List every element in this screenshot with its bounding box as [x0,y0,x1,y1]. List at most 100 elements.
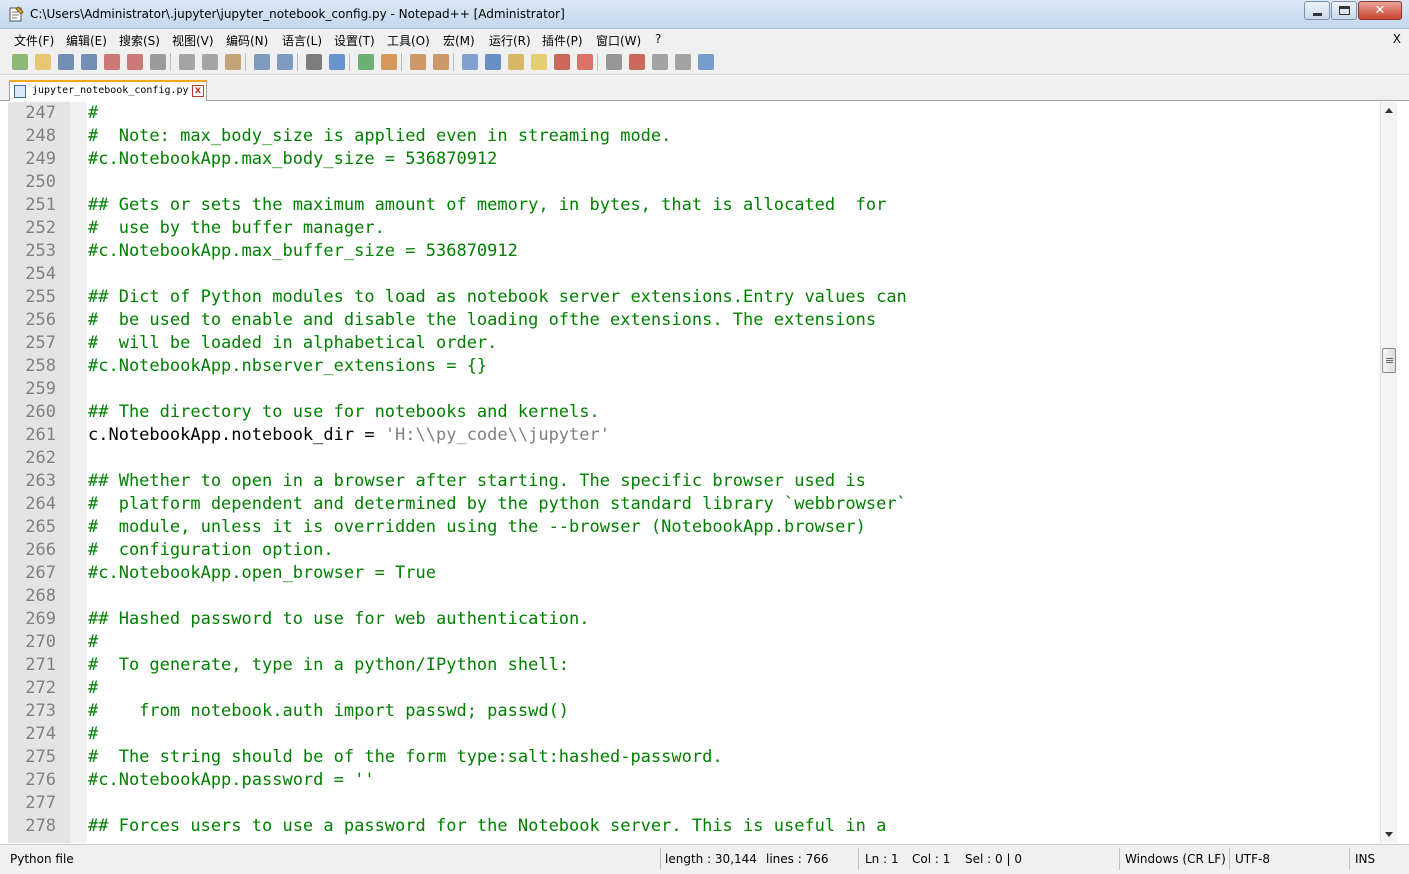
show-all-chars-icon[interactable] [485,54,501,70]
undo-icon[interactable] [254,54,270,70]
menu-edit[interactable]: 编辑(E) [66,32,107,49]
code-line[interactable]: 253 #c.NotebookApp.max_buffer_size = 5368… [8,240,1380,263]
code-text[interactable]: ## Whether to open in a browser after st… [88,470,866,493]
menu-search[interactable]: 搜索(S) [119,32,160,49]
print-icon[interactable] [150,54,166,70]
code-line[interactable]: 267 #c.NotebookApp.open_browser = True [8,562,1380,585]
replace-icon[interactable] [329,54,345,70]
code-text[interactable]: # be used to enable and disable the load… [88,309,876,332]
menu-help[interactable]: ? [655,32,661,46]
open-file-icon[interactable] [35,54,51,70]
code-text[interactable]: ## The directory to use for notebooks an… [88,401,600,424]
copy-icon[interactable] [202,54,218,70]
code-line[interactable]: 251 ## Gets or sets the maximum amount of… [8,194,1380,217]
indent-guide-icon[interactable] [508,54,524,70]
code-line[interactable]: 277 [8,792,1380,815]
save-icon[interactable] [58,54,74,70]
menu-plugins[interactable]: 插件(P) [542,32,583,49]
code-line[interactable]: 272 # [8,677,1380,700]
scrollbar-thumb[interactable] [1382,348,1396,373]
code-text[interactable]: #c.NotebookApp.nbserver_extensions = {} [88,355,487,378]
function-list-icon[interactable] [577,54,593,70]
menu-encoding[interactable]: 编码(N) [226,32,268,49]
code-text[interactable]: # configuration option. [88,539,334,562]
code-text[interactable]: # will be loaded in alphabetical order. [88,332,497,355]
code-text[interactable]: ## Forces users to use a password for th… [88,815,886,838]
code-line[interactable]: 271 # To generate, type in a python/IPyth… [8,654,1380,677]
code-editor[interactable]: 247 #248 # Note: max_body_size is applied … [8,102,1380,843]
find-icon[interactable] [306,54,322,70]
cut-icon[interactable] [179,54,195,70]
code-text[interactable]: # [88,631,98,654]
zoom-in-icon[interactable] [358,54,374,70]
code-line[interactable]: 256 # be used to enable and disable the l… [8,309,1380,332]
code-line[interactable]: 250 [8,171,1380,194]
maximize-button[interactable] [1331,1,1357,20]
menu-macro[interactable]: 宏(M) [443,32,475,49]
sync-horizontal-icon[interactable] [433,54,449,70]
code-line[interactable]: 264 # platform dependent and determined b… [8,493,1380,516]
code-text[interactable]: # module, unless it is overridden using … [88,516,866,539]
menu-language[interactable]: 语言(L) [282,32,322,49]
menu-tools[interactable]: 工具(O) [387,32,430,49]
code-line[interactable]: 276 #c.NotebookApp.password = '' [8,769,1380,792]
code-text[interactable]: # [88,723,98,746]
close-document-button[interactable]: X [1393,32,1401,46]
code-line[interactable]: 268 [8,585,1380,608]
tab-close-icon[interactable]: x [192,85,204,97]
close-all-icon[interactable] [127,54,143,70]
code-text[interactable]: # To generate, type in a python/IPython … [88,654,569,677]
code-text[interactable]: # use by the buffer manager. [88,217,385,240]
zoom-out-icon[interactable] [381,54,397,70]
code-text[interactable]: # [88,102,98,125]
code-text[interactable]: #c.NotebookApp.password = '' [88,769,375,792]
menu-settings[interactable]: 设置(T) [334,32,375,49]
word-wrap-icon[interactable] [462,54,478,70]
doc-map-icon[interactable] [554,54,570,70]
code-text[interactable]: c.NotebookApp.notebook_dir = 'H:\\py_cod… [88,424,610,447]
code-text[interactable]: # platform dependent and determined by t… [88,493,907,516]
paste-icon[interactable] [225,54,241,70]
code-text[interactable]: # The string should be of the form type:… [88,746,723,769]
code-line[interactable]: 261 c.NotebookApp.notebook_dir = 'H:\\py_… [8,424,1380,447]
minimize-button[interactable] [1304,1,1330,20]
code-text[interactable]: # Note: max_body_size is applied even in… [88,125,671,148]
code-line[interactable]: 257 # will be loaded in alphabetical orde… [8,332,1380,355]
close-window-button[interactable]: ✕ [1358,1,1402,20]
user-language-icon[interactable] [531,54,547,70]
menu-file[interactable]: 文件(F) [14,32,54,49]
code-line[interactable]: 249 #c.NotebookApp.max_body_size = 536870… [8,148,1380,171]
code-text[interactable]: # [88,677,98,700]
menu-view[interactable]: 视图(V) [172,32,214,49]
code-line[interactable]: 265 # module, unless it is overridden usi… [8,516,1380,539]
file-tab[interactable]: jupyter_notebook_config.py x [9,80,207,101]
menu-window[interactable]: 窗口(W) [596,32,641,49]
code-text[interactable]: ## Gets or sets the maximum amount of me… [88,194,886,217]
code-line[interactable]: 269 ## Hashed password to use for web aut… [8,608,1380,631]
code-text[interactable]: #c.NotebookApp.max_body_size = 536870912 [88,148,497,171]
close-icon[interactable] [104,54,120,70]
code-line[interactable]: 274 # [8,723,1380,746]
code-line[interactable]: 258 #c.NotebookApp.nbserver_extensions = … [8,355,1380,378]
scroll-up-icon[interactable] [1385,108,1393,113]
code-text[interactable]: ## Hashed password to use for web authen… [88,608,590,631]
code-line[interactable]: 263 ## Whether to open in a browser after… [8,470,1380,493]
code-line[interactable]: 266 # configuration option. [8,539,1380,562]
code-line[interactable]: 273 # from notebook.auth import passwd; p… [8,700,1380,723]
new-file-icon[interactable] [12,54,28,70]
record-macro-icon[interactable] [652,54,668,70]
code-text[interactable]: #c.NotebookApp.max_buffer_size = 5368709… [88,240,518,263]
code-line[interactable]: 270 # [8,631,1380,654]
code-line[interactable]: 275 # The string should be of the form ty… [8,746,1380,769]
code-line[interactable]: 262 [8,447,1380,470]
code-text[interactable]: ## Dict of Python modules to load as not… [88,286,907,309]
menu-run[interactable]: 运行(R) [489,32,531,49]
code-line[interactable]: 254 [8,263,1380,286]
code-text[interactable]: # from notebook.auth import passwd; pass… [88,700,569,723]
code-line[interactable]: 252 # use by the buffer manager. [8,217,1380,240]
code-line[interactable]: 247 # [8,102,1380,125]
code-line[interactable]: 255 ## Dict of Python modules to load as … [8,286,1380,309]
code-line[interactable]: 278 ## Forces users to use a password for… [8,815,1380,838]
save-all-icon[interactable] [81,54,97,70]
monitoring-icon[interactable] [629,54,645,70]
